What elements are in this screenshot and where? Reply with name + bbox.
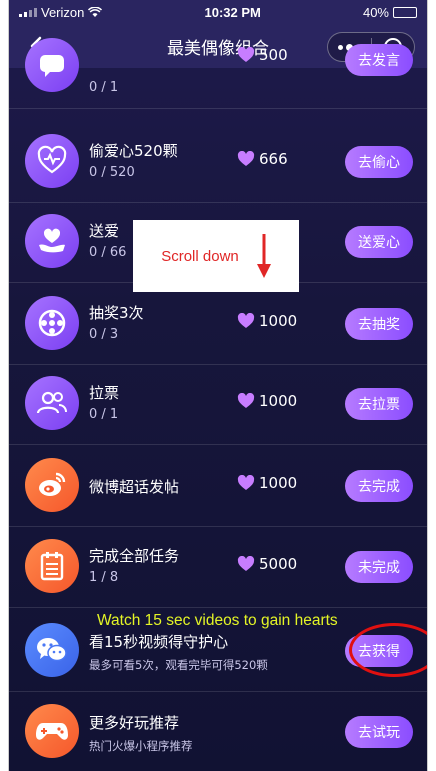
- task-progress: 0 / 1: [89, 407, 119, 422]
- task-action-button[interactable]: 去抽奖: [345, 308, 413, 340]
- task-action-button[interactable]: 去发言: [345, 44, 413, 76]
- heart-icon: [237, 393, 255, 408]
- task-action-button[interactable]: 送爱心: [345, 226, 413, 258]
- task-reward: 1000: [237, 392, 297, 410]
- task-row: 完成全部任务 1 / 8 5000 未完成: [9, 527, 427, 608]
- task-action-button[interactable]: 去偷心: [345, 146, 413, 178]
- task-row: 更多好玩推荐热门火爆小程序推荐 去试玩: [9, 692, 427, 771]
- task-title: 完成全部任务: [89, 547, 180, 565]
- reward-points: 1000: [259, 312, 298, 330]
- scroll-hint-text: Scroll down: [161, 247, 239, 265]
- task-title: 抽奖3次: [89, 304, 144, 322]
- task-row: 0 / 1 500 去发言: [9, 28, 427, 109]
- carrier-name: Verizon: [41, 4, 85, 20]
- task-progress: 1 / 8: [89, 570, 119, 585]
- task-progress: 最多可看5次，观看完毕可得520颗: [89, 658, 268, 672]
- task-title: 送爱: [89, 222, 120, 240]
- reward-points: 1000: [259, 474, 298, 492]
- reward-points: 1000: [259, 392, 298, 410]
- heart-hand-icon: [25, 134, 79, 188]
- reward-points: 5000: [259, 555, 298, 573]
- heart-icon: [237, 313, 255, 328]
- clock: 10:32 PM: [204, 4, 261, 20]
- reward-points: 500: [259, 46, 288, 64]
- group-icon: [25, 376, 79, 430]
- task-reward: 1000: [237, 312, 297, 330]
- reward-points: 666: [259, 150, 288, 168]
- task-reward: 5000: [237, 555, 297, 573]
- task-row: 拉票 0 / 1 1000 去拉票: [9, 364, 427, 445]
- signal-icon: [19, 7, 37, 17]
- task-progress: 0 / 66: [89, 245, 127, 260]
- task-reward: 500: [237, 46, 288, 64]
- wifi-icon: [88, 6, 103, 17]
- task-reward: 1000: [237, 474, 297, 492]
- task-title: 微博超话发帖: [89, 478, 180, 496]
- task-row: 微博超话发帖 1000 去完成: [9, 446, 427, 527]
- heart-icon: [237, 556, 255, 571]
- task-action-button[interactable]: 去试玩: [345, 716, 413, 748]
- task-action-button[interactable]: 未完成: [345, 551, 413, 583]
- wechat-icon: [25, 623, 79, 677]
- heart-icon: [237, 475, 255, 490]
- battery-icon: [393, 6, 417, 18]
- phone-screen: Verizon 10:32 PM 40% 最美偶像组合 0 / 1 500 去发言偷…: [8, 0, 428, 771]
- battery-percent: 40%: [362, 4, 389, 20]
- notepad-icon: [25, 539, 79, 593]
- task-action-button[interactable]: 去完成: [345, 470, 413, 502]
- task-action-button[interactable]: 去拉票: [345, 388, 413, 420]
- wheel-icon: [25, 296, 79, 350]
- task-row: 抽奖3次 0 / 3 1000 去抽奖: [9, 284, 427, 365]
- task-title: 拉票: [89, 384, 120, 402]
- task-row: 偷爱心520颗 0 / 520 666 去偷心: [9, 122, 427, 203]
- task-title: 偷爱心520颗: [89, 142, 178, 160]
- battery: 40%: [363, 5, 417, 20]
- task-reward: 666: [237, 150, 288, 168]
- task-title: 更多好玩推荐: [89, 714, 180, 732]
- weibo-icon: [25, 458, 79, 512]
- give-heart-icon: [25, 214, 79, 268]
- carrier-signal: Verizon: [19, 4, 103, 20]
- chat-bubble-icon: [25, 38, 79, 92]
- gamepad-icon: [25, 704, 79, 758]
- task-title: 看15秒视频得守护心: [89, 633, 229, 651]
- status-bar: Verizon 10:32 PM 40%: [9, 0, 427, 24]
- heart-icon: [237, 47, 255, 62]
- scroll-hint-overlay: Scroll down: [133, 220, 299, 292]
- video-annotation: Watch 15 sec videos to gain hearts: [97, 612, 338, 629]
- task-progress: 热门火爆小程序推荐: [89, 739, 193, 753]
- task-progress: 0 / 3: [89, 327, 119, 342]
- task-progress: 0 / 1: [89, 80, 119, 95]
- down-arrow-icon: [256, 234, 271, 278]
- task-progress: 0 / 520: [89, 165, 135, 180]
- heart-icon: [237, 151, 255, 166]
